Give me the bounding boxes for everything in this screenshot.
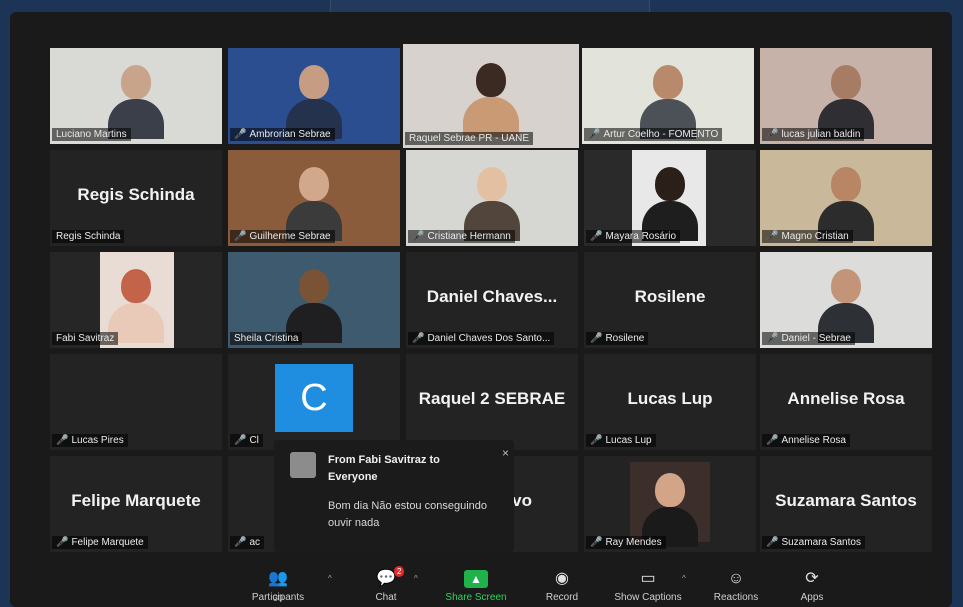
name-tile[interactable]: Felipe Marquete 🎤 Felipe Marquete — [50, 456, 222, 552]
chevron-up-icon[interactable]: ^ — [414, 574, 418, 583]
chat-badge: 2 — [394, 566, 405, 577]
meeting-toolbar: 👥30 Participants ^ 💬 2 Chat ^ ▲ Share Sc… — [10, 564, 952, 607]
mic-muted-icon: 🎤 — [590, 435, 603, 446]
participant-display-name: Felipe Marquete — [71, 490, 201, 510]
video-tile[interactable]: Fabi Savitraz — [50, 252, 222, 348]
chat-sender: From Fabi Savitraz to Everyone — [328, 454, 440, 483]
chat-notification-popup[interactable]: From Fabi Savitraz to Everyone Bom dia N… — [274, 440, 514, 552]
participant-display-name: Regis Schinda — [77, 184, 195, 204]
participants-icon: 👥30 — [268, 570, 288, 603]
participant-name: 🎤 Ray Mendes — [586, 536, 666, 549]
participant-name: 🎤 Suzamara Santos — [762, 536, 865, 549]
name-tile[interactable]: Regis Schinda Regis Schinda — [50, 150, 222, 246]
sender-avatar — [290, 452, 316, 478]
mic-muted-icon: 🎤 — [766, 435, 779, 446]
gallery-grid: Luciano Martins 🎤 Ambrorian Sebrae Raquel… — [10, 12, 952, 572]
video-tile[interactable]: 🎤 Mayara Rosário — [584, 150, 756, 246]
participant-avatar: C — [275, 364, 353, 432]
participant-name: 🎤 Mayara Rosário — [586, 230, 681, 243]
chevron-up-icon[interactable]: ^ — [328, 574, 332, 583]
video-tile[interactable]: 🎤 Guilherme Sebrae — [228, 150, 400, 246]
video-tile[interactable]: 🎤 Artur Coelho - FOMENTO — [582, 48, 754, 144]
mic-muted-icon: 🎤 — [234, 231, 247, 242]
name-tile[interactable]: Suzamara Santos 🎤 Suzamara Santos — [760, 456, 932, 552]
participant-name: Sheila Cristina — [230, 332, 303, 345]
participants-button[interactable]: 👥30 Participants — [238, 566, 318, 603]
share-screen-icon: ▲ — [464, 570, 488, 588]
participant-name: 🎤 Lucas Lup — [586, 434, 656, 447]
chevron-up-icon[interactable]: ^ — [682, 574, 686, 583]
captions-icon: ▭ — [640, 570, 656, 587]
video-tile[interactable]: 🎤 Daniel - Sebrae — [760, 252, 932, 348]
reactions-button[interactable]: ☺ Reactions — [696, 566, 776, 603]
mic-muted-icon: 🎤 — [412, 333, 425, 344]
video-tile[interactable]: Luciano Martins — [50, 48, 222, 144]
participant-name: Regis Schinda — [52, 230, 125, 243]
participant-display-name: Lucas Lup — [627, 388, 713, 408]
mic-muted-icon: 🎤 — [590, 537, 603, 548]
video-tile-active-speaker[interactable]: Raquel Sebrae PR - UANE — [403, 44, 579, 148]
name-tile[interactable]: Annelise Rosa 🎤 Annelise Rosa — [760, 354, 932, 450]
participant-display-name: Annelise Rosa — [787, 388, 905, 408]
participant-name: 🎤 Daniel Chaves Dos Santo... — [408, 332, 555, 345]
name-tile[interactable]: Rosilene 🎤 Rosilene — [584, 252, 756, 348]
mic-muted-icon: 🎤 — [766, 129, 779, 140]
participant-name: Fabi Savitraz — [52, 332, 119, 345]
record-icon: ◉ — [555, 570, 569, 587]
video-tile[interactable]: 🎤 Ambrorian Sebrae — [228, 48, 400, 144]
mic-muted-icon: 🎤 — [234, 129, 247, 140]
mic-muted-icon: 🎤 — [590, 333, 603, 344]
mic-muted-icon: 🎤 — [766, 231, 779, 242]
video-tile[interactable]: 🎤 lucas julian baldin — [760, 48, 932, 144]
reactions-icon: ☺ — [727, 570, 745, 587]
apps-button[interactable]: ⟳ Apps — [772, 566, 852, 603]
record-button[interactable]: ◉ Record — [522, 566, 602, 603]
chat-button[interactable]: 💬 2 Chat — [346, 566, 426, 603]
video-tile[interactable]: 🎤 Magno Cristian — [760, 150, 932, 246]
participant-name: 🎤 Annelise Rosa — [762, 434, 850, 447]
video-tile[interactable]: Sheila Cristina — [228, 252, 400, 348]
participant-name: 🎤 Guilherme Sebrae — [230, 230, 335, 243]
participant-name: 🎤 Cristiane Hermann — [408, 230, 515, 243]
participant-display-name: Rosilene — [634, 286, 706, 306]
participant-display-name: Daniel Chaves... — [426, 286, 558, 306]
name-tile[interactable]: Raquel 2 SEBRAE — [406, 354, 578, 450]
participant-name: 🎤 ac — [230, 536, 265, 549]
participant-name: 🎤 Ambrorian Sebrae — [230, 128, 335, 141]
video-tile[interactable]: 🎤 Ray Mendes — [584, 456, 756, 552]
participant-name: 🎤 Cl — [230, 434, 263, 447]
participant-name: Raquel Sebrae PR - UANE — [405, 132, 534, 145]
meeting-window: Luciano Martins 🎤 Ambrorian Sebrae Raquel… — [10, 12, 952, 607]
participant-name: 🎤 Daniel - Sebrae — [762, 332, 855, 345]
mic-muted-icon: 🎤 — [588, 129, 601, 140]
mic-muted-icon: 🎤 — [234, 537, 247, 548]
mic-muted-icon: 🎤 — [56, 435, 69, 446]
participant-name: Luciano Martins — [52, 128, 131, 141]
mic-muted-icon: 🎤 — [412, 231, 425, 242]
video-tile[interactable]: 🎤 Cristiane Hermann — [406, 150, 578, 246]
apps-icon: ⟳ — [805, 570, 819, 587]
name-tile[interactable]: Lucas Lup 🎤 Lucas Lup — [584, 354, 756, 450]
mic-muted-icon: 🎤 — [766, 537, 779, 548]
participant-name: 🎤 Felipe Marquete — [52, 536, 148, 549]
mic-muted-icon: 🎤 — [234, 435, 247, 446]
participant-name: 🎤 Magno Cristian — [762, 230, 853, 243]
participant-name: 🎤 Lucas Pires — [52, 434, 128, 447]
participant-name: 🎤 Rosilene — [586, 332, 649, 345]
mic-muted-icon: 🎤 — [56, 537, 69, 548]
participant-display-name: Raquel 2 SEBRAE — [418, 388, 566, 408]
mic-muted-icon: 🎤 — [590, 231, 603, 242]
share-screen-button[interactable]: ▲ Share Screen — [436, 566, 516, 603]
participant-display-name: Suzamara Santos — [775, 490, 917, 510]
name-tile[interactable]: 🎤 Lucas Pires — [50, 354, 222, 450]
close-icon[interactable]: × — [502, 446, 509, 460]
participant-name: 🎤 lucas julian baldin — [762, 128, 865, 141]
participant-name: 🎤 Artur Coelho - FOMENTO — [584, 128, 723, 141]
mic-muted-icon: 🎤 — [766, 333, 779, 344]
chat-message: Bom dia Não estou conseguindo ouvir nada — [328, 500, 487, 529]
name-tile[interactable]: Daniel Chaves... 🎤 Daniel Chaves Dos Sant… — [406, 252, 578, 348]
captions-button[interactable]: ▭ Show Captions — [608, 566, 688, 603]
